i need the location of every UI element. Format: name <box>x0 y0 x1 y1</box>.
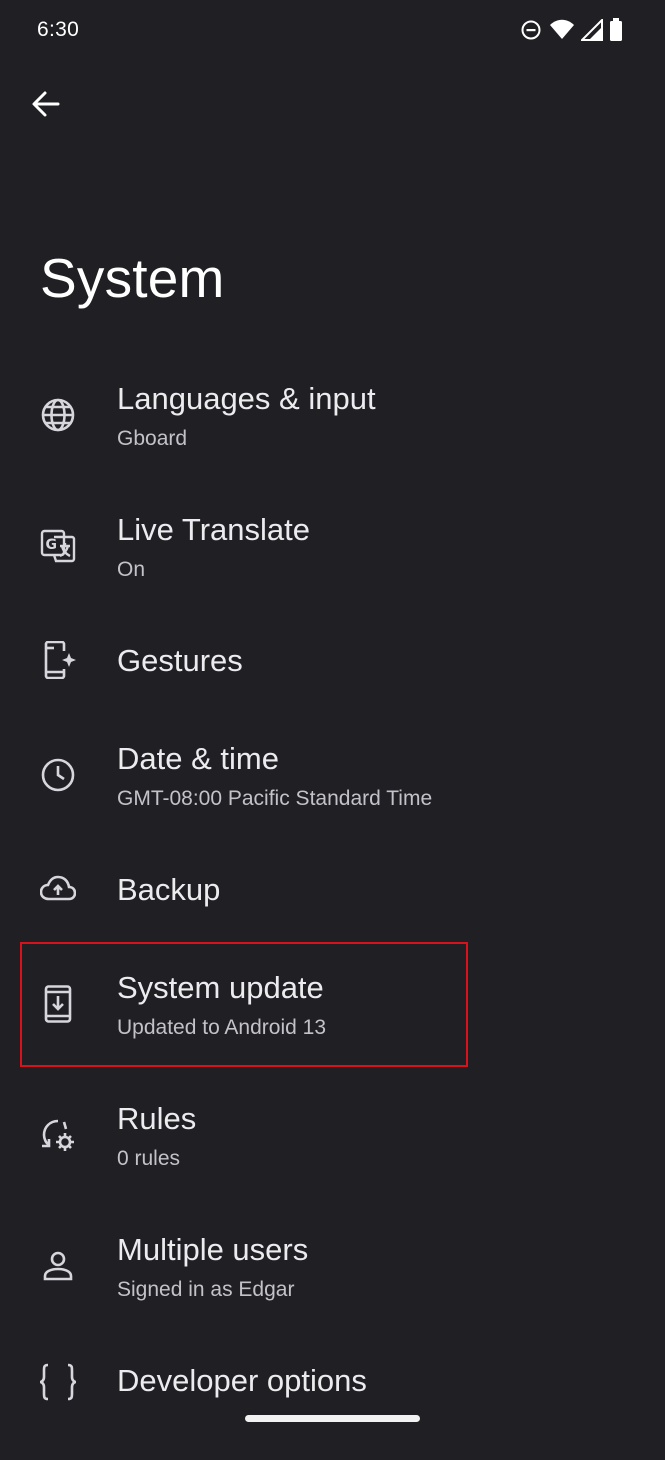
settings-item-subtitle: 0 rules <box>117 1147 181 1170</box>
do-not-disturb-icon <box>519 18 543 42</box>
settings-item-multiple-users[interactable]: Multiple users Signed in as Edgar <box>0 1201 665 1329</box>
rules-icon <box>38 1115 78 1155</box>
settings-item-date-time[interactable]: Date & time GMT-08:00 Pacific Standard T… <box>0 710 665 838</box>
settings-item-title: Date & time <box>117 741 279 776</box>
settings-item-rules[interactable]: Rules 0 rules <box>0 1070 665 1198</box>
settings-item-subtitle: Gboard <box>117 427 188 450</box>
status-icons <box>519 18 623 42</box>
arrow-back-icon <box>31 89 61 124</box>
battery-icon <box>609 18 623 42</box>
settings-item-subtitle: GMT-08:00 Pacific Standard Time <box>117 787 433 810</box>
globe-icon <box>38 395 78 435</box>
settings-item-subtitle: On <box>117 558 146 581</box>
status-time: 6:30 <box>37 18 80 41</box>
svg-text:G: G <box>46 537 58 553</box>
back-button[interactable] <box>26 86 66 126</box>
settings-item-title: Multiple users <box>117 1232 309 1267</box>
settings-item-title: Languages & input <box>117 381 376 416</box>
settings-item-title: Live Translate <box>117 512 310 547</box>
settings-item-title: Backup <box>117 872 221 907</box>
settings-item-title: Gestures <box>117 643 243 678</box>
cloud-upload-icon <box>38 869 78 909</box>
translate-icon: G <box>38 526 78 566</box>
settings-item-live-translate[interactable]: G Live Translate On <box>0 481 665 609</box>
clock-icon <box>38 755 78 795</box>
braces-icon <box>38 1362 78 1402</box>
settings-item-system-update[interactable]: System update Updated to Android 13 <box>0 939 665 1067</box>
system-update-icon <box>38 984 78 1024</box>
status-bar: 6:30 <box>0 0 665 62</box>
settings-item-subtitle: Signed in as Edgar <box>117 1278 295 1301</box>
settings-item-title: System update <box>117 970 324 1005</box>
settings-item-developer-options[interactable]: Developer options <box>0 1332 665 1460</box>
settings-item-title: Developer options <box>117 1363 367 1398</box>
settings-item-title: Rules <box>117 1101 197 1136</box>
page-title: System <box>40 247 225 309</box>
settings-item-languages[interactable]: Languages & input Gboard <box>0 350 665 478</box>
person-icon <box>38 1246 78 1286</box>
settings-item-subtitle: Updated to Android 13 <box>117 1016 326 1039</box>
gestures-icon <box>38 640 78 680</box>
wifi-icon <box>549 19 575 41</box>
gesture-nav-handle[interactable] <box>245 1415 420 1422</box>
cell-signal-icon <box>581 19 603 41</box>
